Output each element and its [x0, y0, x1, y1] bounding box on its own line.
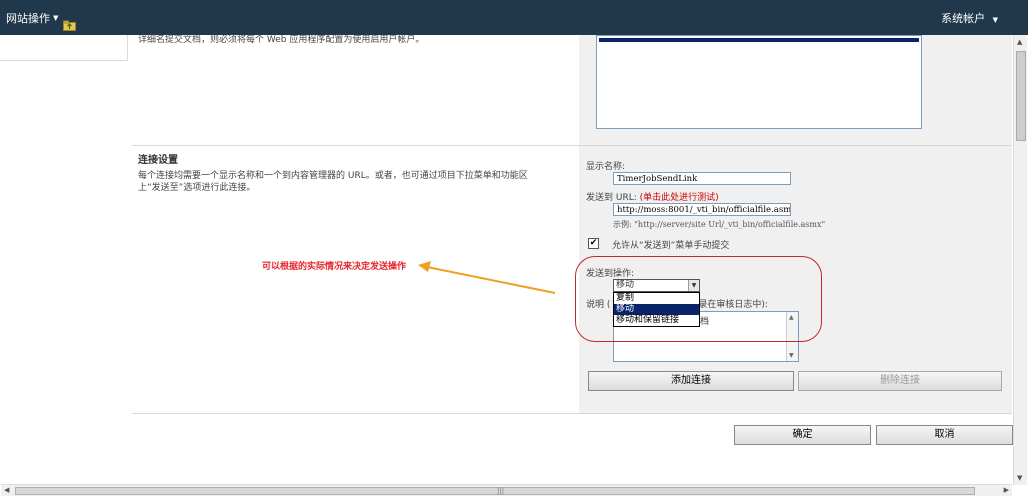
display-name-label: 显示名称: [586, 162, 626, 172]
horizontal-scrollbar[interactable]: ◀ ||| ▶ [1, 484, 1012, 496]
vertical-scrollbar[interactable]: ▲ ▼ [1013, 35, 1027, 485]
annotation-arrow-icon [418, 261, 556, 294]
display-name-input[interactable]: TimerJobSendLink [613, 172, 791, 185]
scrollbar-grip: ||| [497, 487, 505, 495]
annotation-text: 可以根据的实际情况来决定发送操作 [262, 262, 407, 272]
top-ribbon: 网站操作 ▼ 系统帐户 ▼ [0, 0, 1028, 35]
add-connection-button[interactable]: 添加连接 [588, 371, 794, 391]
url-label: 发送到 URL: (单击此处进行测试) [586, 190, 719, 203]
url-input[interactable]: http://moss:8001/_vti_bin/officialfile.a… [613, 203, 791, 216]
chevron-down-icon: ▼ [53, 13, 59, 22]
top-section-description: 详细名提交文档，则必须将每个 Web 应用程序配置为使用启用户帐户。 [138, 35, 425, 45]
remove-connection-button[interactable]: 删除连接 [798, 371, 1002, 391]
url-label-text: 发送到 URL: [586, 193, 637, 203]
ok-button[interactable]: 确定 [734, 425, 871, 445]
scroll-down-icon[interactable]: ▼ [789, 352, 794, 359]
top-listbox[interactable] [596, 35, 922, 129]
scroll-down-icon[interactable]: ▼ [1017, 474, 1022, 482]
scrollbar-thumb[interactable] [15, 487, 975, 495]
section-title: 连接设置 [138, 155, 178, 166]
allow-manual-label: 允许从“发送到”菜单手动提交 [612, 241, 730, 251]
scrollbar-thumb[interactable] [1016, 51, 1026, 141]
section-description: 每个连接均需要一个显示名称和一个到内容管理器的 URL。或者，也可通过项目下拉菜… [138, 171, 528, 193]
scroll-right-icon[interactable]: ▶ [1004, 486, 1009, 494]
left-navigation [0, 35, 128, 61]
scroll-up-icon[interactable]: ▲ [1017, 38, 1022, 46]
account-menu[interactable]: 系统帐户 ▼ [941, 10, 998, 26]
allow-manual-checkbox[interactable]: ✔ [588, 238, 599, 249]
chevron-down-icon: ▼ [992, 16, 998, 24]
send-action-dropdown: 复制 移动 移动和保留链接 [613, 292, 700, 327]
listbox-selection [599, 38, 919, 42]
account-label: 系统帐户 [941, 12, 986, 25]
dropdown-option[interactable]: 复制 [614, 293, 699, 304]
url-example: 示例: "http://server/site Url/_vti_bin/off… [613, 220, 826, 229]
site-actions-label: 网站操作 [6, 11, 50, 25]
cancel-button[interactable]: 取消 [876, 425, 1013, 445]
folder-up-icon[interactable] [63, 20, 76, 31]
dropdown-option[interactable]: 移动 [614, 304, 699, 315]
site-actions-menu[interactable]: 网站操作 ▼ [6, 0, 58, 35]
scroll-left-icon[interactable]: ◀ [4, 486, 9, 494]
dropdown-option[interactable]: 移动和保留链接 [614, 315, 699, 326]
section-divider [132, 413, 1012, 414]
url-test-link[interactable]: (单击此处进行测试) [640, 193, 719, 203]
